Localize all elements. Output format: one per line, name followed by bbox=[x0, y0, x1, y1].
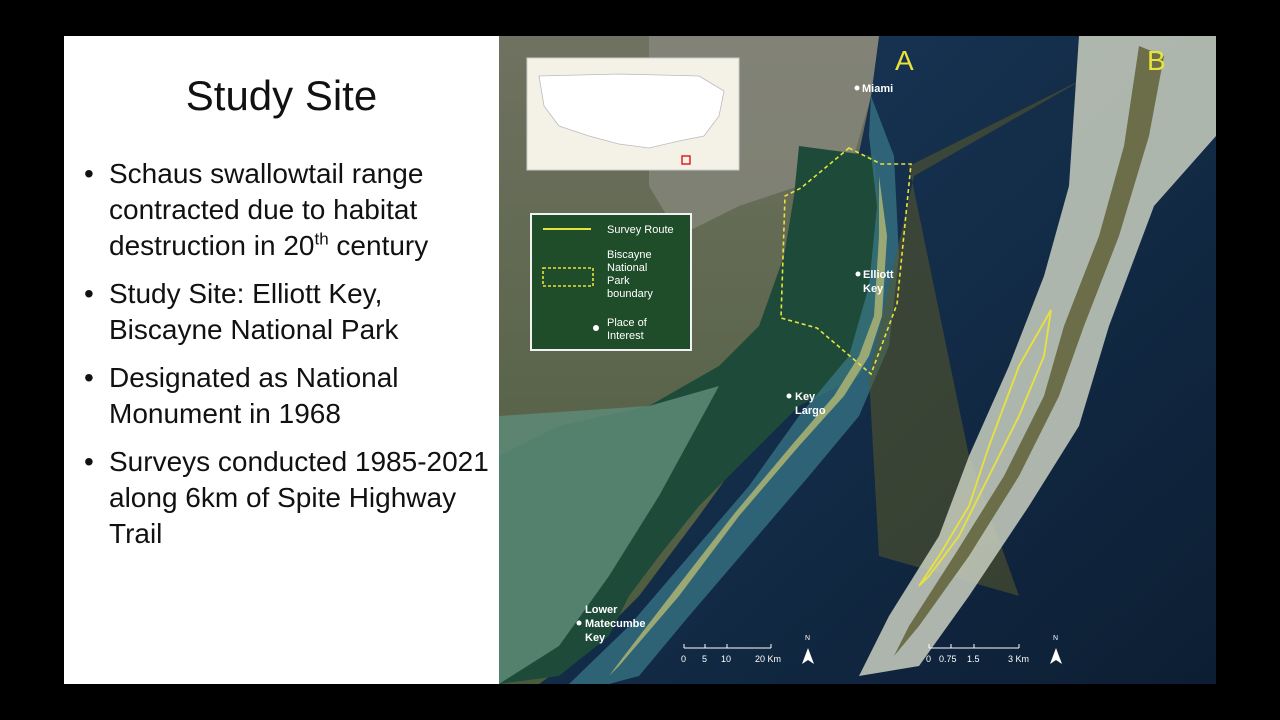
place-dot-elliott-key bbox=[855, 271, 861, 277]
place-matecumbe-key: Key bbox=[585, 632, 606, 644]
legend-boundary-line4: boundary bbox=[607, 288, 653, 300]
north-b-label: N bbox=[1053, 635, 1058, 642]
scale-b-tick-1: 0.75 bbox=[939, 654, 957, 664]
place-dot-miami bbox=[854, 85, 860, 91]
bullet-text-end: century bbox=[328, 230, 429, 261]
place-elliott-key: Key bbox=[863, 283, 884, 295]
place-largo: Largo bbox=[795, 405, 826, 417]
map-legend: Survey Route Biscayne National Park boun… bbox=[530, 213, 692, 351]
slide-title: Study Site bbox=[185, 72, 378, 119]
bullet-item: • Designated as National Monument in 1968 bbox=[84, 362, 399, 429]
place-dot-key-largo bbox=[786, 393, 792, 399]
panel-label-b: B bbox=[1147, 45, 1166, 76]
bullet-text: Study Site: Elliott Key, Biscayne Nation… bbox=[109, 278, 399, 345]
scale-a-tick-0: 0 bbox=[681, 654, 686, 664]
bullet-list: • Schaus swallowtail range contracted due… bbox=[84, 156, 494, 564]
bullet-item: • Study Site: Elliott Key, Biscayne Natio… bbox=[84, 278, 399, 345]
bullet-item: • Surveys conducted 1985-2021 along 6km o… bbox=[84, 446, 489, 549]
scale-b-tick-3: 3 Km bbox=[1008, 654, 1029, 664]
place-elliott: Elliott bbox=[863, 269, 894, 281]
place-miami: Miami bbox=[862, 83, 893, 95]
bullet-superscript: th bbox=[314, 229, 329, 249]
legend-boundary-line2: National bbox=[607, 262, 647, 274]
legend-place-line2: Interest bbox=[607, 330, 644, 342]
legend-place-swatch bbox=[593, 325, 599, 331]
scale-a-tick-2: 10 bbox=[721, 654, 731, 664]
place-matecumbe: Matecumbe bbox=[585, 618, 646, 630]
us-inset-map bbox=[526, 57, 740, 171]
legend-boundary-line3: Park bbox=[607, 275, 630, 287]
place-lower: Lower bbox=[585, 604, 618, 616]
text-panel: Study Site • Schaus swallowtail range con… bbox=[64, 36, 499, 684]
scale-b-tick-0: 0 bbox=[926, 654, 931, 664]
scale-a-tick-3: 20 Km bbox=[755, 654, 781, 664]
legend-place-line1: Place of bbox=[607, 317, 648, 329]
bullet-item: • Schaus swallowtail range contracted due… bbox=[84, 158, 429, 261]
place-key: Key bbox=[795, 391, 816, 403]
legend-route-label: Survey Route bbox=[607, 224, 674, 236]
study-site-map: Survey Route Biscayne National Park boun… bbox=[499, 36, 1216, 684]
place-dot-lower-matecumbe bbox=[576, 620, 582, 626]
bullet-text: Designated as National Monument in 1968 bbox=[109, 362, 399, 429]
bullet-text: Surveys conducted 1985-2021 along 6km of… bbox=[109, 446, 489, 549]
scale-a-tick-1: 5 bbox=[702, 654, 707, 664]
north-a-label: N bbox=[805, 635, 810, 642]
panel-label-a: A bbox=[895, 45, 914, 76]
scale-b-tick-2: 1.5 bbox=[967, 654, 980, 664]
slide: Study Site • Schaus swallowtail range con… bbox=[64, 36, 1216, 684]
legend-boundary-line1: Biscayne bbox=[607, 249, 652, 261]
